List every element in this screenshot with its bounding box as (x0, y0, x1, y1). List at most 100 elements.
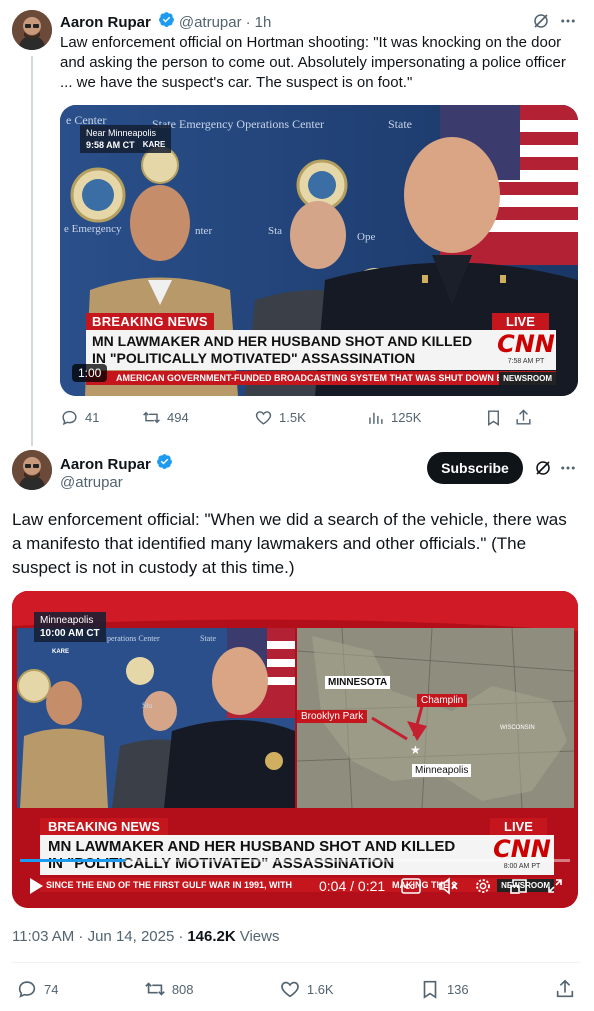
progress-fill (20, 859, 125, 862)
divider (12, 962, 580, 963)
backdrop-text: State Emergency Operations Center (152, 117, 325, 131)
bookmark-icon (488, 410, 499, 426)
backdrop-text: State (200, 634, 216, 643)
station-tag: KARE (142, 140, 166, 149)
author-name[interactable]: Aaron Rupar (60, 456, 151, 473)
video-player[interactable]: ★ MINNESOTA Champlin Brooklyn Park Minne… (12, 591, 578, 908)
author-name[interactable]: Aaron Rupar (60, 14, 151, 31)
more-options-icon[interactable] (558, 458, 578, 478)
bookmark-count: 136 (446, 981, 469, 997)
grok-icon[interactable] (531, 11, 551, 31)
like-count: 1.5K (279, 410, 306, 425)
mute-button[interactable] (437, 876, 459, 896)
svg-text:CC: CC (405, 884, 415, 891)
views-count: 125K (391, 410, 422, 425)
share-button[interactable] (554, 978, 576, 1000)
share-button[interactable] (514, 408, 538, 427)
reply-button[interactable]: 74 (16, 978, 58, 1000)
map-label-state: MINNESOTA (325, 676, 391, 689)
post-time[interactable]: 1h (255, 14, 272, 31)
location-tag: Near Minneapolis (86, 128, 157, 138)
captions-button[interactable]: CC (400, 876, 422, 896)
reply-count: 41 (85, 410, 100, 425)
more-options-icon[interactable] (558, 11, 578, 31)
map-label-state: WISCONSIN (500, 725, 535, 731)
tweet-text: Law enforcement official: "When we did a… (12, 510, 567, 577)
reply-count: 74 (44, 981, 59, 997)
backdrop-text: e Emergency (64, 223, 122, 235)
live-label: LIVE (490, 818, 547, 835)
live-label: LIVE (492, 313, 549, 330)
views-count: 146.2K (187, 928, 236, 945)
post-timestamp[interactable]: 11:03 AM · Jun 14, 2025 (12, 928, 174, 945)
video-timestamp: 0:04 / 0:21 (319, 878, 386, 894)
repost-icon (145, 982, 165, 996)
breaking-news-label: BREAKING NEWS (86, 313, 214, 330)
settings-button[interactable] (472, 876, 494, 896)
headline-line-1: MN LAWMAKER AND HER HUSBAND SHOT AND KIL… (48, 838, 456, 855)
bookmark-button[interactable] (484, 408, 514, 427)
time-tag: 9:58 AM CT (86, 140, 135, 150)
logo-time: 7:58 AM PT (507, 358, 545, 365)
views-button[interactable]: 125K (366, 408, 484, 427)
headline-line-2: IN "POLITICALLY MOTIVATED" ASSASSINATION (48, 855, 395, 872)
views-icon (369, 412, 383, 424)
breaking-news-label: BREAKING NEWS (40, 818, 168, 835)
backdrop-text: Ope (357, 231, 376, 243)
ticker-tag: NEWSROOM (499, 371, 556, 385)
cnn-logo: CNN (497, 330, 555, 358)
verified-badge-icon (158, 11, 175, 33)
headline-line-2: IN "POLITICALLY MOTIVATED" ASSASSINATION (92, 350, 416, 366)
backdrop-text: perations Center (107, 634, 160, 643)
like-button[interactable]: 1.6K (279, 978, 334, 1000)
avatar[interactable] (12, 450, 52, 490)
location-tag: Minneapolis (40, 615, 94, 626)
reply-icon (62, 410, 77, 426)
author-handle[interactable]: @atrupar (179, 14, 242, 31)
video-duration: 1:00 (72, 364, 108, 382)
play-button[interactable] (26, 876, 46, 896)
map-label-city: Brooklyn Park (297, 710, 368, 723)
reply-button[interactable]: 41 (60, 408, 142, 427)
picture-in-picture-button[interactable] (508, 876, 530, 896)
backdrop-text: State (388, 117, 412, 131)
logo-time: 8:00 AM PT (503, 863, 541, 870)
backdrop-text: nter (195, 225, 213, 237)
progress-bar[interactable] (20, 859, 570, 862)
thread-line (31, 56, 33, 446)
share-icon (556, 979, 574, 998)
like-button[interactable]: 1.5K (254, 408, 366, 427)
backdrop-text: Sta (142, 701, 153, 710)
bookmark-button[interactable]: 136 (419, 978, 469, 1000)
repost-icon (143, 411, 160, 424)
views-label: Views (239, 928, 280, 945)
share-icon (516, 409, 531, 425)
repost-button[interactable]: 808 (144, 978, 194, 1000)
gear-icon (476, 879, 490, 893)
captions-icon: CC (401, 878, 421, 894)
muted-volume-icon (439, 877, 458, 895)
avatar[interactable] (12, 10, 52, 50)
play-icon (30, 878, 43, 894)
verified-badge-icon (156, 453, 173, 475)
repost-count: 808 (171, 981, 194, 997)
repost-count: 494 (167, 410, 189, 425)
map-label-city: Minneapolis (412, 764, 472, 777)
author-handle[interactable]: @atrupar (60, 474, 123, 491)
backdrop-text: Sta (268, 225, 283, 237)
headline-line-1: MN LAWMAKER AND HER HUSBAND SHOT AND KIL… (92, 333, 473, 349)
bookmark-icon (423, 980, 437, 999)
subscribe-button[interactable]: Subscribe (427, 452, 523, 484)
fullscreen-button[interactable] (544, 876, 566, 896)
time-tag: 10:00 AM CT (40, 628, 100, 639)
like-count: 1.6K (306, 981, 334, 997)
reply-icon (18, 981, 36, 998)
map-label-city: Champlin (417, 694, 468, 707)
repost-button[interactable]: 494 (142, 408, 254, 427)
picture-in-picture-icon (510, 879, 527, 894)
video-player[interactable]: e Center State Emergency Operations Cent… (60, 105, 578, 396)
heart-icon (255, 411, 272, 425)
news-ticker: AMERICAN GOVERNMENT-FUNDED BROADCASTING … (116, 373, 500, 383)
fullscreen-icon (548, 879, 562, 893)
grok-icon[interactable] (533, 458, 553, 478)
